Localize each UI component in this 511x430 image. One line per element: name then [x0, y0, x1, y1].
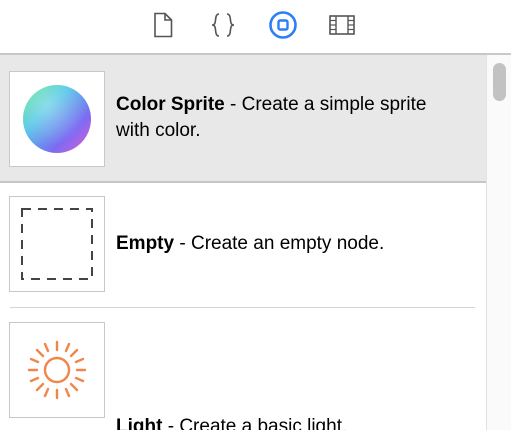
empty-thumbnail [9, 196, 105, 292]
object-library-list: Color Sprite - Create a simple sprite wi… [0, 55, 486, 430]
media-library-icon [329, 15, 355, 35]
file-icon [154, 12, 173, 38]
object-library-icon [269, 11, 297, 39]
item-title: Light [116, 416, 163, 430]
item-description: Create a basic light. [179, 416, 348, 430]
object-library-tab[interactable] [268, 10, 298, 40]
empty-description: Empty - Create an empty node. [116, 233, 385, 254]
empty-node-icon [21, 208, 93, 280]
list-item-light[interactable]: Light - Create a basic light. [0, 308, 486, 430]
scrollbar-thumb[interactable] [493, 63, 506, 101]
color-sphere-icon [23, 85, 91, 153]
color-sprite-description: Color Sprite - Create a simple sprite wi… [116, 94, 427, 141]
library-toolbar [0, 0, 511, 55]
media-library-tab[interactable] [327, 10, 357, 40]
file-template-tab[interactable] [148, 10, 178, 40]
item-title: Color Sprite [116, 94, 225, 115]
sun-icon [27, 340, 87, 400]
code-snippet-tab[interactable] [208, 10, 238, 40]
vertical-scrollbar[interactable] [486, 55, 511, 430]
list-item-color-sprite[interactable]: Color Sprite - Create a simple sprite wi… [0, 55, 486, 181]
list-item-empty[interactable]: Empty - Create an empty node. [0, 183, 486, 309]
color-sprite-thumbnail [9, 71, 105, 167]
item-description: Create an empty node. [190, 233, 385, 254]
item-title: Empty [116, 233, 175, 254]
light-thumbnail [9, 322, 105, 418]
light-description: Light - Create a basic light. [116, 414, 456, 430]
braces-icon [211, 13, 235, 37]
